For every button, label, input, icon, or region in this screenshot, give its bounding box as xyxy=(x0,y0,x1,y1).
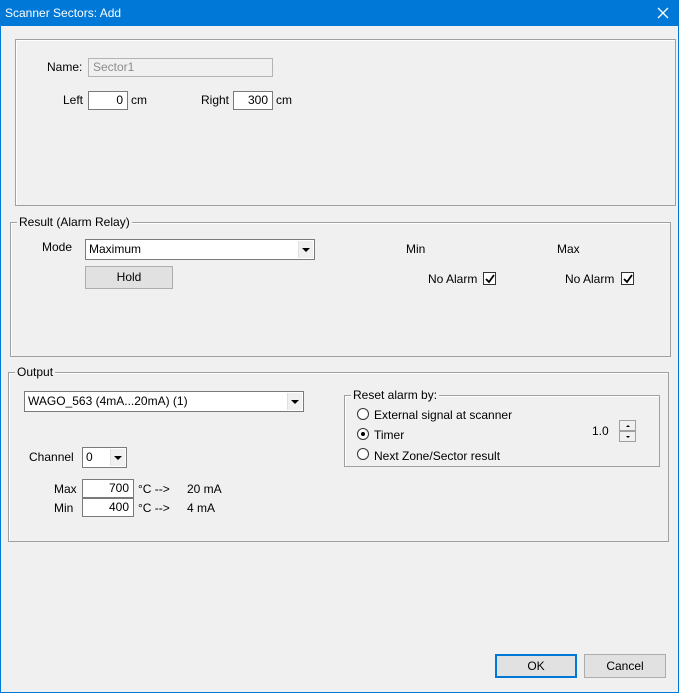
right-field[interactable]: 300 xyxy=(233,91,273,110)
min-temp-arrow: °C --> xyxy=(138,501,170,515)
checkmark-icon xyxy=(485,274,495,284)
chevron-down-icon[interactable] xyxy=(110,449,125,466)
channel-value: 0 xyxy=(86,450,93,464)
channel-dropdown[interactable]: 0 xyxy=(82,447,127,468)
min-current: 4 mA xyxy=(187,501,216,515)
output-device-value: WAGO_563 (4mA...20mA) (1) xyxy=(28,394,188,408)
cancel-button[interactable]: Cancel xyxy=(584,654,666,678)
channel-label: Channel xyxy=(29,450,74,464)
reset-alarm-legend: Reset alarm by: xyxy=(351,388,440,402)
reset-timer-label[interactable]: Timer xyxy=(374,428,404,442)
max-temp-field[interactable]: 700 xyxy=(82,479,134,498)
reset-external-label[interactable]: External signal at scanner xyxy=(374,408,512,422)
chevron-down-icon[interactable] xyxy=(287,393,302,410)
ok-button[interactable]: OK xyxy=(495,654,577,678)
min-no-alarm-checkbox[interactable] xyxy=(483,272,496,285)
checkmark-icon xyxy=(623,274,633,284)
output-legend: Output xyxy=(15,365,56,379)
max-temp-arrow: °C --> xyxy=(138,482,170,496)
close-button[interactable] xyxy=(647,0,679,26)
left-unit: cm xyxy=(131,93,147,107)
right-unit: cm xyxy=(276,93,292,107)
max-label: Max xyxy=(54,482,77,496)
max-header: Max xyxy=(557,242,580,256)
min-header: Min xyxy=(406,242,426,256)
name-label: Name: xyxy=(47,60,83,74)
min-temp-field[interactable]: 400 xyxy=(82,498,134,517)
min-label: Min xyxy=(54,501,74,515)
close-icon xyxy=(657,7,669,19)
chevron-down-icon[interactable] xyxy=(298,241,313,258)
mode-label: Mode xyxy=(42,240,73,254)
right-label: Right xyxy=(201,93,230,107)
max-current: 20 mA xyxy=(187,482,222,496)
hold-button[interactable]: Hold xyxy=(85,266,173,289)
left-label: Left xyxy=(63,93,84,107)
reset-next-zone-radio[interactable] xyxy=(357,448,369,460)
result-legend: Result (Alarm Relay) xyxy=(17,215,132,229)
title-bar: Scanner Sectors: Add xyxy=(0,0,679,26)
timer-value: 1.0 xyxy=(592,424,609,438)
max-no-alarm-checkbox[interactable] xyxy=(621,272,634,285)
min-no-alarm-label: No Alarm xyxy=(428,272,478,286)
timer-spinner[interactable] xyxy=(619,420,636,442)
mode-value: Maximum xyxy=(89,242,142,256)
name-field[interactable]: Sector1 xyxy=(88,58,273,77)
window-title: Scanner Sectors: Add xyxy=(5,6,122,20)
left-field[interactable]: 0 xyxy=(88,91,128,110)
mode-dropdown[interactable]: Maximum xyxy=(85,239,315,260)
reset-external-radio[interactable] xyxy=(357,408,369,420)
reset-next-zone-label[interactable]: Next Zone/Sector result xyxy=(374,449,500,463)
max-no-alarm-label: No Alarm xyxy=(565,272,615,286)
output-device-dropdown[interactable]: WAGO_563 (4mA...20mA) (1) xyxy=(24,391,304,412)
spin-down-icon[interactable] xyxy=(619,431,636,442)
reset-timer-radio[interactable] xyxy=(357,428,369,440)
spin-up-icon[interactable] xyxy=(619,420,636,431)
